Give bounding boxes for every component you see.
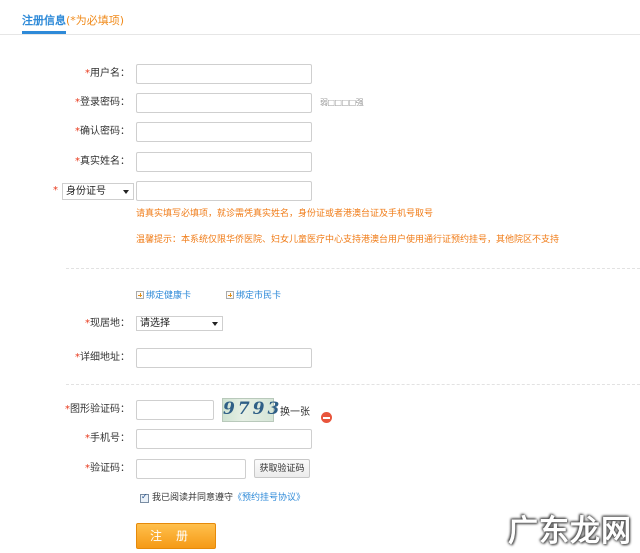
chevron-down-icon — [212, 322, 218, 326]
residence-select[interactable]: 请选择 — [136, 316, 223, 331]
phone-input[interactable] — [136, 429, 312, 449]
sms-code-label-text: 验证码： — [90, 463, 130, 474]
confirm-password-label: *确认密码： — [0, 122, 130, 142]
notice-tip: 温馨提示：本系统仅限华侨医院、妇女儿童医疗中心支持港澳台用户使用通行证预约挂号，… — [136, 235, 560, 245]
agreement-text: 我已阅读并同意遵守 — [152, 493, 234, 503]
bind-health-card-link[interactable]: 绑定健康卡 — [136, 290, 191, 302]
register-button[interactable]: 注册 — [136, 523, 216, 549]
watermark-logo: 广东龙网 — [508, 514, 632, 549]
confirm-password-label-text: 确认密码： — [80, 126, 130, 137]
password-strength-meter: 弱□□□□强 — [320, 98, 364, 107]
username-label-text: 用户名： — [90, 68, 130, 79]
residence-selected: 请选择 — [140, 318, 170, 329]
tab-register-info[interactable]: 注册信息(*为必填项) — [22, 12, 124, 28]
notice-required: 请真实填写必填项，就诊需凭真实姓名，身份证或者港澳台证及手机号取号 — [136, 209, 434, 219]
captcha-label-text: 图形验证码： — [70, 404, 130, 415]
id-required-mark: * — [53, 185, 58, 196]
tab-title: 注册信息 — [22, 14, 66, 27]
confirm-password-input[interactable] — [136, 122, 312, 142]
password-label-text: 登录密码： — [80, 97, 130, 108]
get-sms-code-button[interactable]: 获取验证码 — [254, 459, 310, 478]
real-name-label: *真实姓名： — [0, 152, 130, 172]
divider — [66, 384, 640, 385]
tab-active-indicator — [22, 31, 66, 34]
divider — [66, 268, 640, 269]
address-label: *详细地址： — [0, 348, 130, 368]
agreement-line: 我已阅读并同意遵守《预约挂号协议》 — [152, 492, 305, 504]
username-input[interactable] — [136, 64, 312, 84]
chevron-down-icon — [123, 190, 129, 194]
bind-health-card-label: 绑定健康卡 — [146, 291, 192, 301]
password-label: *登录密码： — [0, 93, 130, 113]
residence-label-text: 现居地： — [90, 318, 130, 329]
phone-label: *手机号： — [0, 429, 130, 449]
id-type-select[interactable]: 身份证号 — [62, 183, 134, 200]
tab-hint: (*为必填项) — [66, 14, 125, 27]
password-input[interactable] — [136, 93, 312, 113]
error-icon — [321, 412, 332, 423]
sms-code-input[interactable] — [136, 459, 246, 479]
captcha-label: *图形验证码： — [0, 400, 130, 420]
captcha-input[interactable] — [136, 400, 214, 420]
real-name-input[interactable] — [136, 152, 312, 172]
residence-label: *现居地： — [0, 314, 130, 334]
username-label: *用户名： — [0, 64, 130, 84]
address-label-text: 详细地址： — [80, 352, 130, 363]
phone-label-text: 手机号： — [90, 433, 130, 444]
sms-code-label: *验证码： — [0, 459, 130, 479]
address-input[interactable] — [136, 348, 312, 368]
agree-checkbox[interactable] — [140, 492, 149, 503]
plus-icon — [136, 291, 144, 299]
id-type-selected: 身份证号 — [66, 186, 106, 197]
agreement-link[interactable]: 《预约挂号协议》 — [233, 493, 305, 503]
captcha-image[interactable]: 9793 — [222, 398, 279, 422]
refresh-captcha-link[interactable]: 换一张 — [280, 407, 310, 419]
bind-citizen-card-link[interactable]: 绑定市民卡 — [226, 290, 281, 302]
id-number-input[interactable] — [136, 181, 312, 201]
real-name-label-text: 真实姓名： — [80, 156, 130, 167]
bind-citizen-card-label: 绑定市民卡 — [236, 291, 282, 301]
plus-icon — [226, 291, 234, 299]
